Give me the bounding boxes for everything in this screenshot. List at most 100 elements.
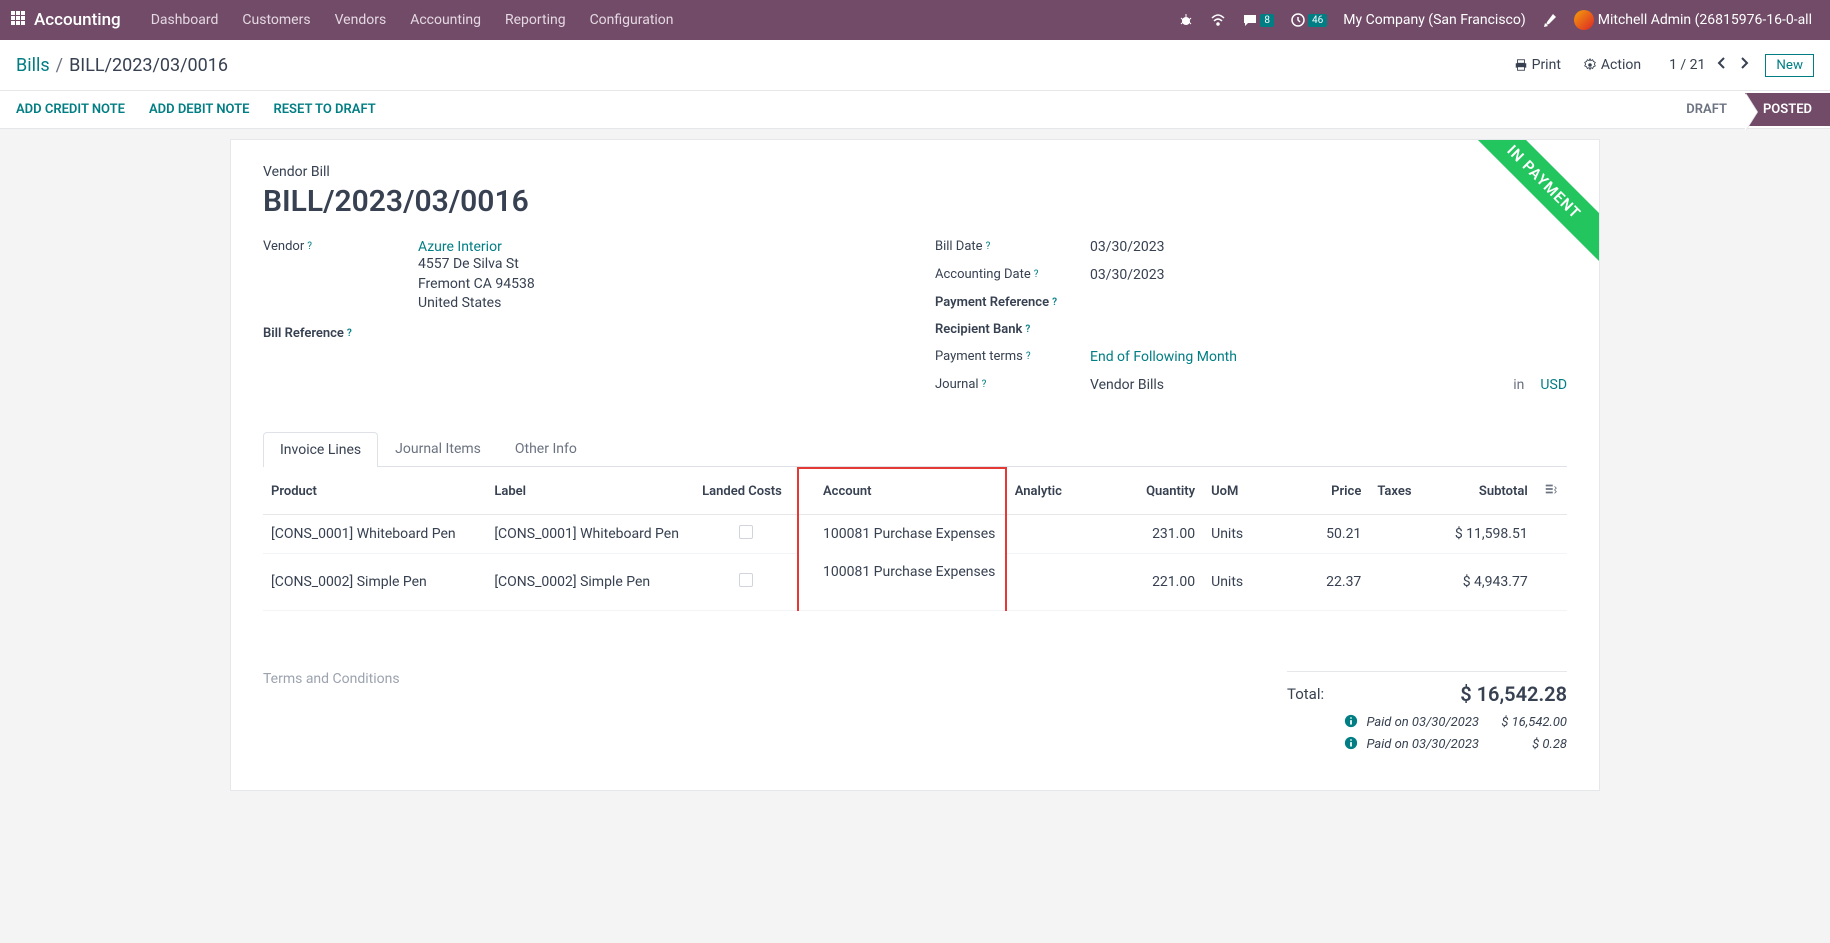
- tools-icon[interactable]: [1534, 12, 1566, 28]
- cell-subtotal: $ 4,943.77: [1421, 554, 1535, 611]
- checkbox[interactable]: [739, 525, 753, 539]
- table-row[interactable]: [CONS_0001] Whiteboard Pen [CONS_0001] W…: [263, 515, 1567, 554]
- col-subtotal[interactable]: Subtotal: [1421, 468, 1535, 515]
- acct-date-label: Accounting Date?: [935, 267, 1090, 282]
- breadcrumb-root[interactable]: Bills: [16, 55, 50, 76]
- vendor-addr3: United States: [418, 294, 895, 314]
- tab-journal-items[interactable]: Journal Items: [378, 431, 498, 466]
- cell-taxes: [1369, 554, 1421, 611]
- control-bar: Bills / BILL/2023/03/0016 Print Action 1…: [0, 40, 1830, 91]
- help-icon[interactable]: ?: [982, 379, 987, 390]
- wifi-icon[interactable]: [1202, 12, 1234, 28]
- reset-to-draft-button[interactable]: RESET TO DRAFT: [273, 102, 375, 117]
- bill-date-label: Bill Date?: [935, 239, 1090, 254]
- bill-date-value: 03/30/2023: [1090, 239, 1567, 255]
- payterms-link[interactable]: End of Following Month: [1090, 349, 1237, 365]
- col-uom[interactable]: UoM: [1203, 468, 1276, 515]
- paid1-label: Paid on 03/30/2023: [1366, 715, 1479, 730]
- help-icon[interactable]: ?: [986, 241, 991, 252]
- cell-label: [CONS_0002] Simple Pen: [486, 554, 694, 611]
- col-label[interactable]: Label: [486, 468, 694, 515]
- cell-product: [CONS_0001] Whiteboard Pen: [263, 515, 486, 554]
- vendor-link[interactable]: Azure Interior: [418, 239, 895, 255]
- status-draft[interactable]: DRAFT: [1668, 93, 1745, 126]
- col-qty[interactable]: Quantity: [1099, 468, 1203, 515]
- messages-icon[interactable]: 8: [1234, 12, 1282, 28]
- info-icon[interactable]: [1344, 736, 1358, 754]
- help-icon[interactable]: ?: [1034, 269, 1039, 280]
- recipient-bank-label: Recipient Bank?: [935, 322, 1090, 337]
- col-price[interactable]: Price: [1276, 468, 1369, 515]
- help-icon[interactable]: ?: [1052, 297, 1057, 308]
- currency-link[interactable]: USD: [1540, 377, 1567, 393]
- help-icon[interactable]: ?: [1026, 351, 1031, 362]
- action-button[interactable]: Action: [1575, 53, 1649, 77]
- cell-analytic: [1006, 554, 1099, 611]
- cell-uom: Units: [1203, 554, 1276, 611]
- col-product[interactable]: Product: [263, 468, 486, 515]
- journal-label: Journal?: [935, 377, 1090, 392]
- user-name: Mitchell Admin (26815976-16-0-all: [1598, 12, 1812, 28]
- col-landed[interactable]: Landed Costs: [694, 468, 798, 515]
- nav-reporting[interactable]: Reporting: [493, 12, 578, 28]
- apps-icon[interactable]: [10, 10, 26, 30]
- paid2-amount: $ 0.28: [1487, 737, 1567, 752]
- cell-landed: [694, 515, 798, 554]
- cell-subtotal: $ 11,598.51: [1421, 515, 1535, 554]
- app-name[interactable]: Accounting: [34, 10, 121, 30]
- journal-in: in: [1513, 377, 1524, 393]
- top-navbar: Accounting Dashboard Customers Vendors A…: [0, 0, 1830, 40]
- tab-other-info[interactable]: Other Info: [498, 431, 594, 466]
- checkbox[interactable]: [739, 573, 753, 587]
- bug-icon[interactable]: [1170, 12, 1202, 28]
- totals: Total: $ 16,542.28 Paid on 03/30/2023 $ …: [1287, 671, 1567, 758]
- activities-badge: 46: [1308, 14, 1327, 27]
- activities-icon[interactable]: 46: [1282, 12, 1335, 28]
- breadcrumb-sep: /: [56, 55, 63, 76]
- cell-product: [CONS_0002] Simple Pen: [263, 554, 486, 611]
- nav-accounting[interactable]: Accounting: [398, 12, 493, 28]
- new-button[interactable]: New: [1765, 54, 1814, 77]
- chevron-right-icon: [1739, 56, 1749, 70]
- nav-vendors[interactable]: Vendors: [323, 12, 399, 28]
- pager-prev[interactable]: [1711, 52, 1733, 78]
- col-settings-icon[interactable]: [1536, 468, 1567, 515]
- col-taxes[interactable]: Taxes: [1369, 468, 1421, 515]
- vendor-label: Vendor?: [263, 239, 418, 254]
- acct-date-value: 03/30/2023: [1090, 267, 1567, 283]
- col-account[interactable]: Account: [798, 468, 1006, 515]
- print-button[interactable]: Print: [1506, 53, 1569, 77]
- paid1-amount: $ 16,542.00: [1487, 715, 1567, 730]
- cell-price: 22.37: [1276, 554, 1369, 611]
- tab-invoice-lines[interactable]: Invoice Lines: [263, 432, 378, 467]
- col-analytic[interactable]: Analytic: [1006, 468, 1099, 515]
- company-selector[interactable]: My Company (San Francisco): [1335, 12, 1533, 28]
- nav-customers[interactable]: Customers: [230, 12, 322, 28]
- add-debit-note-button[interactable]: ADD DEBIT NOTE: [149, 102, 249, 117]
- print-icon: [1514, 58, 1528, 72]
- pager-next[interactable]: [1733, 52, 1755, 78]
- total-value: $ 16,542.28: [1460, 682, 1567, 706]
- cell-analytic: [1006, 515, 1099, 554]
- nav-configuration[interactable]: Configuration: [578, 12, 686, 28]
- vendor-addr1: 4557 De Silva St: [418, 255, 895, 275]
- help-icon[interactable]: ?: [347, 328, 352, 339]
- status-bar: ADD CREDIT NOTE ADD DEBIT NOTE RESET TO …: [0, 91, 1830, 129]
- payref-label: Payment Reference?: [935, 295, 1090, 310]
- info-icon[interactable]: [1344, 714, 1358, 732]
- bill-ref-label: Bill Reference?: [263, 326, 418, 341]
- terms-placeholder[interactable]: Terms and Conditions: [263, 671, 1287, 758]
- vendor-addr2: Fremont CA 94538: [418, 275, 895, 295]
- user-menu[interactable]: Mitchell Admin (26815976-16-0-all: [1566, 10, 1820, 30]
- add-credit-note-button[interactable]: ADD CREDIT NOTE: [16, 102, 125, 117]
- total-label: Total:: [1287, 685, 1324, 703]
- nav-dashboard[interactable]: Dashboard: [139, 12, 231, 28]
- breadcrumb: Bills / BILL/2023/03/0016: [16, 55, 228, 76]
- journal-value: Vendor Bills: [1090, 377, 1164, 393]
- cell-landed: [694, 554, 798, 611]
- cell-price: 50.21: [1276, 515, 1369, 554]
- help-icon[interactable]: ?: [307, 241, 312, 252]
- paid2-label: Paid on 03/30/2023: [1366, 737, 1479, 752]
- help-icon[interactable]: ?: [1025, 324, 1030, 335]
- table-row[interactable]: [CONS_0002] Simple Pen [CONS_0002] Simpl…: [263, 554, 1567, 611]
